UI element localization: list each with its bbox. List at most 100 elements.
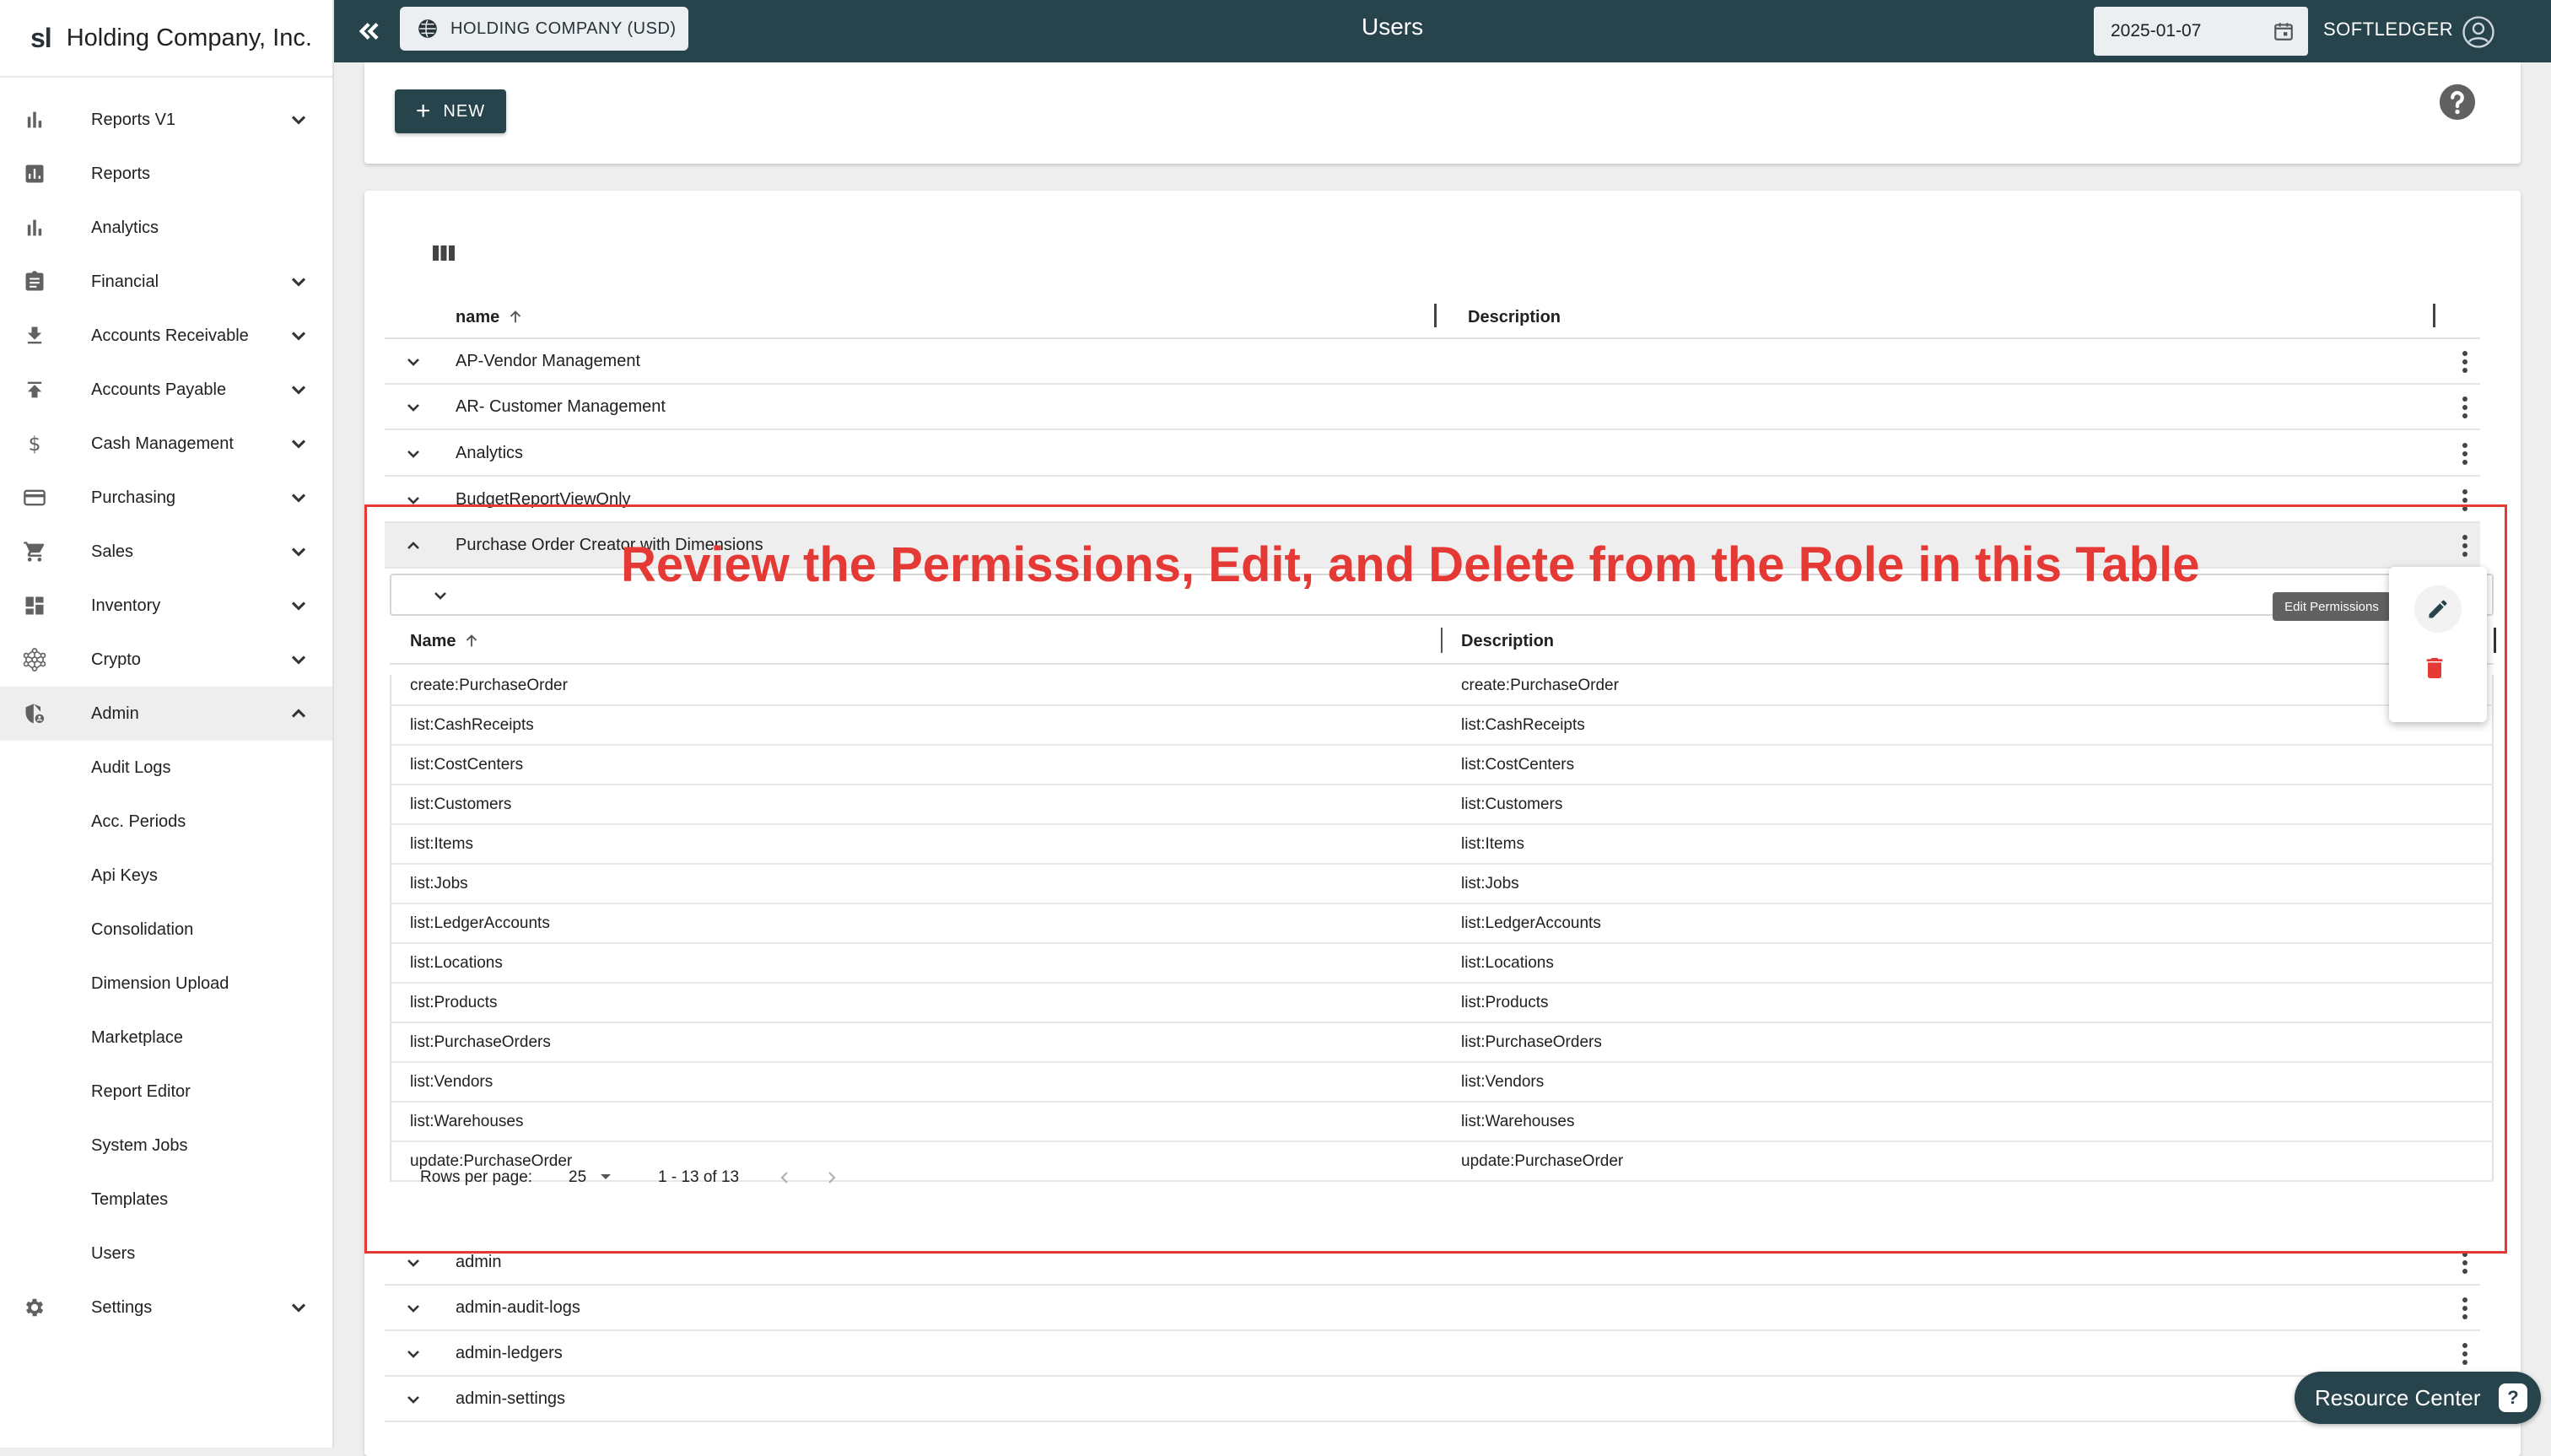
sidebar-item-reports-v1[interactable]: Reports V1 xyxy=(0,93,332,147)
column-resize-handle[interactable] xyxy=(1441,628,1443,653)
help-icon[interactable] xyxy=(2438,83,2477,121)
permission-row[interactable]: list:PurchaseOrders list:PurchaseOrders xyxy=(390,1023,2494,1063)
sidebar-item-admin[interactable]: Admin xyxy=(0,687,332,741)
caret-down-icon[interactable] xyxy=(599,1173,612,1181)
chevron-down-icon[interactable] xyxy=(403,490,423,510)
permission-row[interactable]: list:Locations list:Locations xyxy=(390,944,2494,984)
permission-row[interactable]: list:Products list:Products xyxy=(390,984,2494,1023)
company-selector-button[interactable]: HOLDING COMPANY (USD) xyxy=(400,7,688,51)
permission-row[interactable]: list:CostCenters list:CostCenters xyxy=(390,746,2494,785)
chevron-down-icon[interactable] xyxy=(403,444,423,464)
chevron-down-icon[interactable] xyxy=(287,324,310,348)
sidebar-subitem-marketplace[interactable]: Marketplace xyxy=(0,1011,332,1065)
sidebar-subitem-acc-periods[interactable]: Acc. Periods xyxy=(0,795,332,849)
chevron-down-icon[interactable] xyxy=(403,1389,423,1410)
more-options-icon[interactable] xyxy=(2462,1297,2468,1320)
sidebar-item-reports[interactable]: Reports xyxy=(0,147,332,201)
table-row[interactable]: admin xyxy=(385,1240,2480,1286)
sidebar-item-cash-management[interactable]: $ Cash Management xyxy=(0,417,332,471)
table-row[interactable]: admin-settings xyxy=(385,1377,2480,1422)
chevron-down-icon[interactable] xyxy=(430,585,450,606)
chevron-down-icon[interactable] xyxy=(287,108,310,132)
sidebar-item-settings[interactable]: Settings xyxy=(0,1281,332,1335)
sidebar-subitem-dimension-upload[interactable]: Dimension Upload xyxy=(0,957,332,1011)
sidebar-subitem-consolidation[interactable]: Consolidation xyxy=(0,903,332,957)
chevron-down-icon[interactable] xyxy=(403,397,423,418)
new-role-button[interactable]: + NEW xyxy=(395,89,506,133)
calendar-icon[interactable] xyxy=(2273,20,2295,42)
sort-ascending-icon[interactable] xyxy=(506,308,525,326)
date-picker[interactable]: 2025-01-07 xyxy=(2094,7,2308,56)
more-options-icon[interactable] xyxy=(2462,350,2468,374)
table-row[interactable]: BudgetReportViewOnly xyxy=(385,477,2480,523)
chevron-down-icon[interactable] xyxy=(287,594,310,617)
more-options-icon[interactable] xyxy=(2462,488,2468,512)
edit-permissions-button[interactable] xyxy=(2414,585,2462,633)
chevron-down-icon[interactable] xyxy=(287,432,310,456)
permission-description-header[interactable]: Description xyxy=(1461,617,1554,665)
more-options-icon[interactable] xyxy=(2462,442,2468,466)
resource-center-button[interactable]: Resource Center ? xyxy=(2295,1372,2541,1424)
chevron-down-icon[interactable] xyxy=(287,378,310,402)
sidebar-subitem-system-jobs[interactable]: System Jobs xyxy=(0,1119,332,1173)
column-resize-handle[interactable] xyxy=(2494,628,2496,653)
chevron-down-icon[interactable] xyxy=(287,486,310,510)
chevron-up-icon[interactable] xyxy=(287,702,310,725)
sidebar-item-purchasing[interactable]: Purchasing xyxy=(0,471,332,525)
chevron-down-icon[interactable] xyxy=(403,352,423,372)
permission-row[interactable]: list:Customers list:Customers xyxy=(390,785,2494,825)
chevron-down-icon[interactable] xyxy=(287,270,310,294)
sidebar-subitem-audit-logs[interactable]: Audit Logs xyxy=(0,741,332,795)
table-row[interactable]: AR- Customer Management xyxy=(385,385,2480,430)
table-row[interactable]: admin-ledgers xyxy=(385,1331,2480,1377)
collapse-sidebar-icon[interactable] xyxy=(354,17,385,46)
more-options-icon[interactable] xyxy=(2462,1342,2468,1366)
sidebar-item-sales[interactable]: Sales xyxy=(0,525,332,579)
chevron-down-icon[interactable] xyxy=(287,648,310,671)
permission-row[interactable]: create:PurchaseOrder create:PurchaseOrder xyxy=(390,666,2494,706)
brand[interactable]: sl Holding Company, Inc. xyxy=(0,0,332,78)
sidebar-subitem-report-editor[interactable]: Report Editor xyxy=(0,1065,332,1119)
chevron-down-icon[interactable] xyxy=(287,540,310,564)
permission-row[interactable]: list:Items list:Items xyxy=(390,825,2494,865)
chevron-down-icon[interactable] xyxy=(287,1296,310,1319)
trash-icon xyxy=(2426,658,2443,678)
permission-row[interactable]: list:Vendors list:Vendors xyxy=(390,1063,2494,1103)
sidebar-item-analytics[interactable]: Analytics xyxy=(0,201,332,255)
column-resize-handle[interactable] xyxy=(1434,304,1437,327)
permission-name-header[interactable]: Name xyxy=(410,617,481,665)
sidebar-item-accounts-payable[interactable]: Accounts Payable xyxy=(0,363,332,417)
chevron-up-icon[interactable] xyxy=(403,536,423,556)
name-column-header[interactable]: name xyxy=(456,295,525,339)
rows-per-page-select[interactable]: 25 xyxy=(569,1168,586,1187)
user-avatar-icon[interactable] xyxy=(2462,15,2495,49)
chevron-down-icon[interactable] xyxy=(403,1344,423,1364)
user-name[interactable]: SOFTLEDGER xyxy=(2323,19,2453,40)
sidebar-item-financial[interactable]: Financial xyxy=(0,255,332,309)
permission-row[interactable]: list:LedgerAccounts list:LedgerAccounts xyxy=(390,904,2494,944)
more-options-icon[interactable] xyxy=(2462,396,2468,419)
more-options-icon[interactable] xyxy=(2462,534,2468,558)
columns-icon[interactable] xyxy=(432,243,456,263)
permission-row[interactable]: list:CashReceipts list:CashReceipts xyxy=(390,706,2494,746)
more-options-icon[interactable] xyxy=(2462,1251,2468,1275)
sidebar-subitem-templates[interactable]: Templates xyxy=(0,1173,332,1227)
sidebar-item-inventory[interactable]: Inventory xyxy=(0,579,332,633)
description-column-header[interactable]: Description xyxy=(1468,295,1561,339)
delete-role-button[interactable] xyxy=(2421,655,2448,686)
table-row[interactable]: AP-Vendor Management xyxy=(385,339,2480,385)
table-row[interactable]: Analytics xyxy=(385,431,2480,477)
sidebar-subitem-api-keys[interactable]: Api Keys xyxy=(0,849,332,903)
table-row[interactable]: admin-audit-logs xyxy=(385,1286,2480,1331)
permission-row[interactable]: list:Jobs list:Jobs xyxy=(390,865,2494,904)
sidebar-item-accounts-receivable[interactable]: Accounts Receivable xyxy=(0,309,332,363)
permission-row[interactable]: list:Warehouses list:Warehouses xyxy=(390,1103,2494,1142)
sort-ascending-icon[interactable] xyxy=(462,632,481,650)
sidebar-subitem-users[interactable]: Users xyxy=(0,1227,332,1281)
column-resize-handle[interactable] xyxy=(2433,304,2435,327)
previous-page-icon[interactable] xyxy=(774,1167,795,1188)
next-page-icon[interactable] xyxy=(822,1167,842,1188)
sidebar-item-crypto[interactable]: Crypto xyxy=(0,633,332,687)
chevron-down-icon[interactable] xyxy=(403,1298,423,1318)
chevron-down-icon[interactable] xyxy=(403,1253,423,1273)
